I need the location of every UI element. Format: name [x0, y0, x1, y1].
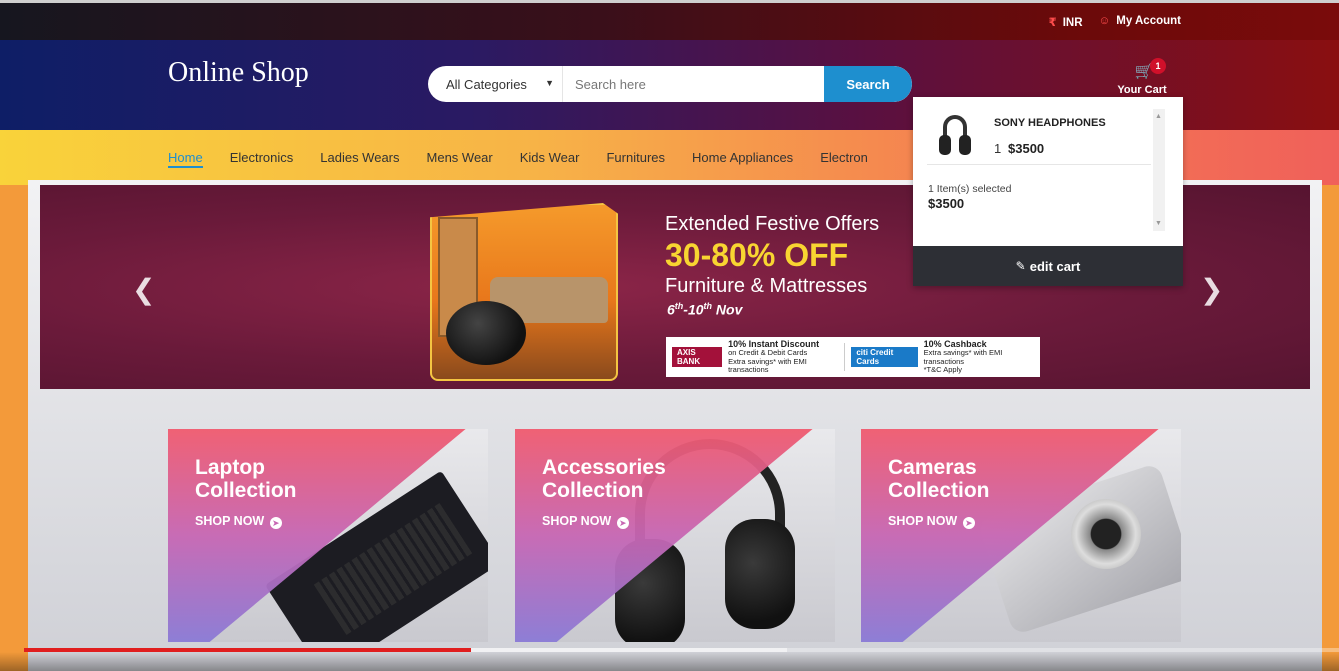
cart-item-name: SONY HEADPHONES	[994, 117, 1106, 129]
nav-item-kids-wear[interactable]: Kids Wear	[520, 150, 580, 168]
my-account-link[interactable]: ☺ My Account	[1099, 15, 1182, 29]
offer-divider	[844, 343, 846, 371]
camera-lens-graphic	[1071, 499, 1141, 569]
offer-extra-citi: *T&C Apply	[923, 365, 962, 375]
search-button[interactable]: Search	[824, 66, 912, 102]
edit-icon: ✎	[1015, 259, 1026, 273]
cart-total: $3500	[928, 196, 965, 211]
nav-item-home-appliances[interactable]: Home Appliances	[692, 150, 793, 168]
collection-title-line2: Collection	[888, 479, 990, 502]
banner-furniture-image	[430, 203, 618, 381]
site-logo[interactable]: Online Shop	[168, 57, 309, 89]
edit-cart-button[interactable]: ✎ edit cart	[913, 246, 1183, 286]
shop-now-link[interactable]: SHOP NOW ➤	[888, 514, 975, 529]
nav-list: Home Electronics Ladies Wears Mens Wear …	[168, 150, 895, 168]
edit-cart-label: edit cart	[1029, 258, 1081, 274]
cart-scrollbar[interactable]: ▲ ▼	[1153, 109, 1165, 231]
carousel-next-arrow[interactable]: ❯	[1200, 273, 1223, 306]
banner-discount: 30-80% OFF	[665, 237, 849, 273]
offer-extra-axis: Extra savings* with EMI transactions	[728, 356, 807, 375]
banner-title: Extended Festive Offers	[665, 213, 880, 235]
cart-item[interactable]: SONY HEADPHONES 1 $3500	[927, 109, 1151, 165]
scroll-down-icon[interactable]: ▼	[1155, 220, 1162, 227]
nav-item-electronics-2[interactable]: Electron	[820, 150, 868, 168]
accessories-collection-card[interactable]: Accessories Collection SHOP NOW ➤	[515, 429, 835, 642]
citi-bank-logo: citi Credit Cards	[851, 347, 918, 367]
shop-now-label: SHOP NOW	[888, 514, 958, 528]
carousel-prev-arrow[interactable]: ❮	[132, 273, 155, 306]
headphones-cup-right	[725, 519, 795, 629]
banner-dates: 6th-10th Nov	[667, 301, 743, 318]
headphones-thumbnail	[937, 115, 973, 161]
shop-now-label: SHOP NOW	[195, 514, 265, 528]
category-select-value: All Categories	[446, 76, 527, 92]
nav-item-furnitures[interactable]: Furnitures	[606, 150, 665, 168]
collection-title: Accessories Collection	[542, 456, 666, 502]
collection-title-line1: Accessories	[542, 456, 666, 479]
arrow-circle-right-icon: ➤	[962, 517, 975, 529]
category-select[interactable]: All Categories ▼	[428, 66, 563, 102]
video-controls-shade	[0, 652, 1339, 671]
collection-title-line1: Laptop	[195, 456, 265, 479]
user-icon: ☺	[1098, 15, 1111, 27]
scroll-up-icon[interactable]: ▲	[1155, 113, 1162, 120]
video-played-bar	[24, 648, 472, 652]
cart-summary: 1 Item(s) selected	[928, 183, 1012, 195]
collection-title-line2: Collection	[542, 479, 644, 502]
top-bar: ₹ INR ☺ My Account	[0, 0, 1339, 40]
banner-subtitle: Furniture & Mattresses	[665, 275, 868, 297]
nav-item-mens-wear[interactable]: Mens Wear	[427, 150, 493, 168]
headphone-cup-right	[959, 135, 971, 155]
axis-bank-logo: AXIS BANK	[672, 347, 723, 367]
nav-item-home[interactable]: Home	[168, 150, 203, 168]
rupee-icon: ₹	[1048, 17, 1057, 29]
my-account-label: My Account	[1116, 15, 1181, 27]
nav-item-ladies-wears[interactable]: Ladies Wears	[320, 150, 399, 168]
arrow-circle-right-icon: ➤	[269, 517, 282, 529]
beanbag-graphic	[446, 301, 526, 365]
cameras-collection-card[interactable]: Cameras Collection SHOP NOW ➤	[861, 429, 1181, 642]
chevron-down-icon: ▼	[545, 78, 554, 88]
laptop-collection-card[interactable]: Laptop Collection SHOP NOW ➤	[168, 429, 488, 642]
offer-text-citi: 10% Cashback Extra savings* with EMI tra…	[924, 339, 1034, 375]
collection-title-line2: Collection	[195, 479, 297, 502]
search-bar: All Categories ▼ Search	[428, 66, 912, 102]
shop-now-label: SHOP NOW	[542, 514, 612, 528]
headphone-cup-left	[939, 135, 951, 155]
cart-dropdown: SONY HEADPHONES 1 $3500 ▲ ▼ 1 Item(s) se…	[913, 97, 1183, 286]
offer-detail-citi: Extra savings* with EMI transactions	[923, 348, 1003, 366]
bank-offer-strip: AXIS BANK 10% Instant Discount on Credit…	[666, 337, 1040, 377]
currency-link[interactable]: ₹ INR	[1049, 15, 1083, 29]
cart-count-badge: 1	[1150, 58, 1166, 74]
cart-label: Your Cart	[1117, 84, 1167, 96]
shop-now-link[interactable]: SHOP NOW ➤	[195, 514, 282, 529]
arrow-circle-right-icon: ➤	[616, 517, 629, 529]
collection-title-line1: Cameras	[888, 456, 977, 479]
collection-title: Laptop Collection	[195, 456, 297, 502]
collection-title: Cameras Collection	[888, 456, 990, 502]
top-links: ₹ INR ☺ My Account	[1049, 15, 1181, 29]
video-progress-bar[interactable]	[24, 648, 1339, 652]
search-input[interactable]	[563, 66, 824, 102]
cart-item-qty: 1	[994, 141, 1002, 156]
offer-text-axis: 10% Instant Discount on Credit & Debit C…	[728, 339, 838, 375]
cart-item-price: $3500	[1008, 141, 1045, 156]
cart-button[interactable]: 🛒 1 Your Cart	[1110, 58, 1170, 96]
shop-now-link[interactable]: SHOP NOW ➤	[542, 514, 629, 529]
currency-label: INR	[1062, 17, 1083, 29]
nav-item-electronics[interactable]: Electronics	[230, 150, 294, 168]
